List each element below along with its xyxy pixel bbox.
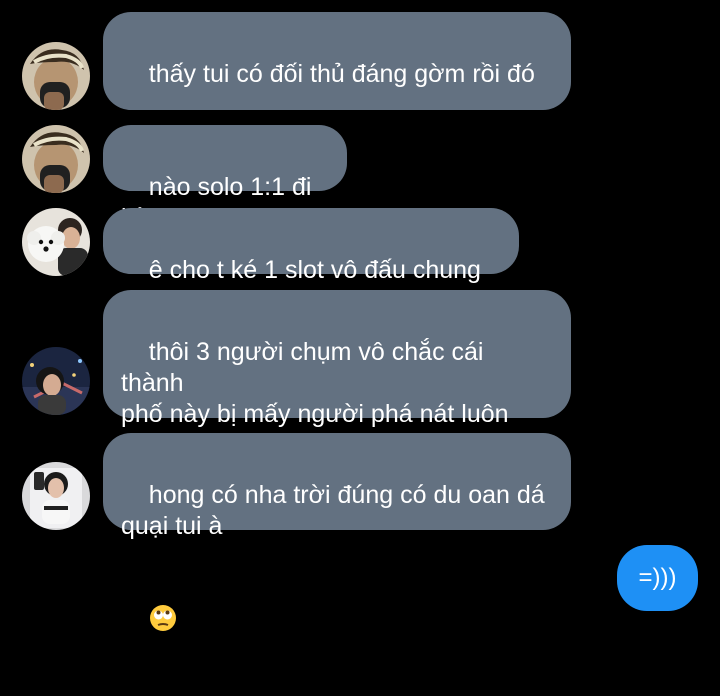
eye-roll-emoji-icon (149, 542, 177, 631)
chat-conversation: thấy tui có đối thủ đáng gờm rồi đó nào … (0, 0, 720, 631)
avatar-hand-covering-face[interactable] (22, 42, 90, 110)
avatar-hand-covering-face[interactable] (22, 125, 90, 193)
avatar-night-city-selfie[interactable] (22, 347, 90, 415)
sent-message-text: =))) (638, 564, 677, 591)
message-bubble[interactable]: ê cho t ké 1 slot vô đấu chung vs (103, 208, 519, 315)
message-bubble[interactable]: hong có nha trời đúng có du oan dá quại … (103, 433, 571, 631)
avatar-person-with-white-dog[interactable] (22, 208, 90, 276)
message-bubble[interactable]: nào solo 1:1 đi bà (103, 125, 347, 232)
sent-message-bubble[interactable]: =))) (617, 545, 698, 611)
message-bubble[interactable]: thấy tui có đối thủ đáng gờm rồi đó (103, 12, 571, 241)
message-text: thấy tui có đối thủ đáng gờm rồi đó (148, 60, 535, 88)
avatar-mirror-selfie[interactable] (22, 462, 90, 530)
message-text: hong có nha trời đúng có du oan dá quại … (121, 481, 545, 540)
message-bubble[interactable]: thôi 3 người chụm vô chắc cái thành phố … (103, 290, 571, 459)
